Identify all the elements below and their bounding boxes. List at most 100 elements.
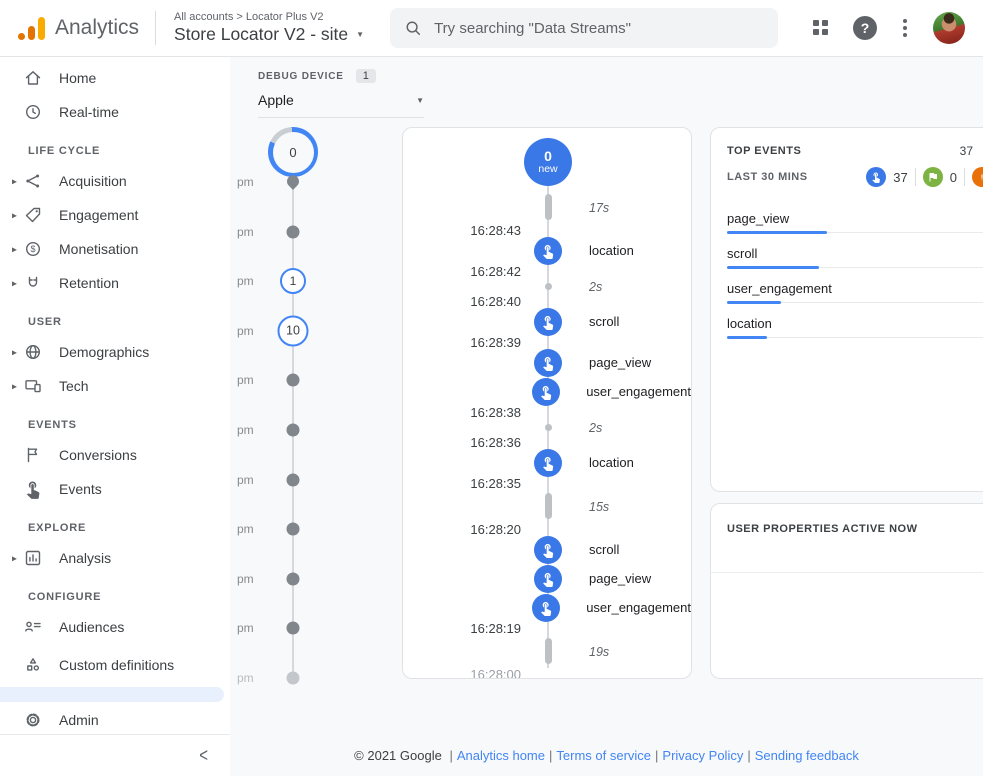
- footer-separator: |: [449, 748, 452, 763]
- event-touch-icon[interactable]: [534, 536, 562, 564]
- event-touch-icon[interactable]: [534, 449, 562, 477]
- chevron-down-icon: ▼: [416, 96, 424, 105]
- top-event-item[interactable]: page_view: [711, 211, 983, 233]
- stream-row-event[interactable]: location: [403, 448, 691, 477]
- minute-dot-marker[interactable]: [287, 622, 300, 635]
- sidebar-item-analysis[interactable]: ▶Analysis: [0, 541, 230, 575]
- stream-row-event[interactable]: user_engagement: [403, 593, 691, 622]
- event-touch-icon[interactable]: [534, 349, 562, 377]
- collapse-sidebar-icon[interactable]: <: [199, 744, 208, 766]
- minute-dot-marker[interactable]: [287, 225, 300, 238]
- sidebar-item-events[interactable]: Events: [0, 472, 230, 506]
- expand-arrow-icon[interactable]: ▶: [9, 245, 19, 252]
- top-event-name[interactable]: scroll: [711, 246, 983, 261]
- stream-new-circle[interactable]: 0 new: [524, 138, 572, 186]
- avatar[interactable]: [933, 12, 965, 44]
- stream-timestamp: 16:28:20: [403, 522, 521, 537]
- minute-dot-marker[interactable]: [287, 424, 300, 437]
- minute-count-circle[interactable]: 10: [278, 315, 309, 346]
- search-input[interactable]: Try searching "Data Streams": [390, 8, 778, 48]
- stream-marker-slot: [521, 308, 575, 336]
- minutes-current-circle[interactable]: 0: [268, 127, 318, 177]
- stream-row-event[interactable]: user_engagement: [403, 377, 691, 406]
- sidebar-item-label: Events: [59, 481, 102, 497]
- minute-row: pm: [230, 603, 360, 653]
- sidebar-item-demographics[interactable]: ▶Demographics: [0, 335, 230, 369]
- event-name[interactable]: scroll: [589, 314, 619, 329]
- counter-flag[interactable]: 0: [923, 167, 957, 187]
- top-event-name[interactable]: page_view: [711, 211, 983, 226]
- stream-row-event[interactable]: page_view: [403, 564, 691, 593]
- event-name[interactable]: scroll: [589, 542, 619, 557]
- user-properties-divider: [711, 572, 983, 573]
- minute-dot-marker[interactable]: [287, 523, 300, 536]
- expand-arrow-icon[interactable]: ▶: [9, 177, 19, 184]
- expand-arrow-icon[interactable]: ▶: [9, 554, 19, 561]
- event-name[interactable]: page_view: [589, 571, 651, 586]
- sidebar-item-label: Acquisition: [59, 173, 127, 189]
- help-icon[interactable]: ?: [853, 16, 877, 40]
- footer-link-terms-of-service[interactable]: Terms of service: [556, 748, 651, 763]
- sidebar-item-acquisition[interactable]: ▶ Acquisition: [0, 164, 230, 198]
- apps-grid-icon[interactable]: [813, 20, 829, 36]
- property-selector[interactable]: Store Locator V2 - site ▼: [174, 24, 364, 45]
- minute-dot-marker[interactable]: [287, 572, 300, 585]
- user-properties-card: USER PROPERTIES ACTIVE NOW: [710, 503, 983, 679]
- event-touch-icon[interactable]: [534, 237, 562, 265]
- sidebar-item-engagement[interactable]: ▶Engagement: [0, 198, 230, 232]
- footer-separator: |: [655, 748, 658, 763]
- analytics-logo[interactable]: Analytics: [18, 16, 139, 41]
- expand-arrow-icon[interactable]: ▶: [9, 211, 19, 218]
- footer-link-sending-feedback[interactable]: Sending feedback: [755, 748, 859, 763]
- stream-row-dot: 2s: [403, 418, 691, 436]
- counter-touch[interactable]: 37: [866, 167, 907, 187]
- sidebar-item-label: Admin: [59, 712, 99, 728]
- event-name[interactable]: page_view: [589, 355, 651, 370]
- stream-row-event[interactable]: page_view: [403, 348, 691, 377]
- minute-row: pm: [230, 355, 360, 405]
- sidebar-item-admin[interactable]: Admin: [0, 703, 230, 737]
- sidebar-item-selected-highlight[interactable]: [0, 687, 224, 702]
- top-event-item[interactable]: scroll: [711, 246, 983, 268]
- sidebar-item-retention[interactable]: ▶ Retention: [0, 266, 230, 300]
- event-name[interactable]: location: [589, 243, 634, 258]
- expand-arrow-icon[interactable]: ▶: [9, 382, 19, 389]
- counter-error[interactable]: [972, 167, 983, 187]
- sidebar-item-real-time[interactable]: Real-time: [0, 95, 230, 129]
- sidebar-item-custom-definitions[interactable]: Custom definitions: [0, 644, 230, 686]
- event-touch-icon[interactable]: [532, 378, 560, 406]
- sidebar-item-home[interactable]: Home: [0, 61, 230, 95]
- event-touch-icon[interactable]: [534, 565, 562, 593]
- sidebar-item-audiences[interactable]: Audiences: [0, 610, 230, 644]
- stream-row-event[interactable]: scroll: [403, 535, 691, 564]
- expand-arrow-icon[interactable]: ▶: [9, 348, 19, 355]
- top-event-item[interactable]: user_engagement: [711, 281, 983, 303]
- event-name[interactable]: user_engagement: [586, 600, 691, 615]
- minute-dot-marker[interactable]: [287, 374, 300, 387]
- expand-arrow-icon[interactable]: ▶: [9, 279, 19, 286]
- footer-link-privacy-policy[interactable]: Privacy Policy: [662, 748, 743, 763]
- svg-text:$: $: [30, 244, 35, 254]
- event-touch-icon[interactable]: [534, 308, 562, 336]
- sidebar-item-tech[interactable]: ▶Tech: [0, 369, 230, 403]
- top-event-name[interactable]: location: [711, 316, 983, 331]
- home-icon: [23, 68, 43, 88]
- minute-count-value: 1: [290, 274, 297, 288]
- sidebar-item-monetisation[interactable]: ▶$Monetisation: [0, 232, 230, 266]
- breadcrumb[interactable]: All accounts > Locator Plus V2: [174, 11, 364, 23]
- event-name[interactable]: location: [589, 455, 634, 470]
- event-name[interactable]: user_engagement: [586, 384, 691, 399]
- sidebar-item-conversions[interactable]: Conversions: [0, 438, 230, 472]
- minute-dot-marker[interactable]: [287, 672, 300, 685]
- footer-link-analytics-home[interactable]: Analytics home: [457, 748, 545, 763]
- analysis-icon: [23, 548, 43, 568]
- minute-count-circle[interactable]: 1: [280, 268, 306, 294]
- stream-row-event[interactable]: location: [403, 236, 691, 265]
- more-menu-icon[interactable]: [901, 17, 909, 39]
- top-event-item[interactable]: location: [711, 316, 983, 338]
- minute-dot-marker[interactable]: [287, 473, 300, 486]
- event-touch-icon[interactable]: [532, 594, 560, 622]
- top-event-name[interactable]: user_engagement: [711, 281, 983, 296]
- sidebar-item-label: Retention: [59, 275, 119, 291]
- stream-row-event[interactable]: scroll: [403, 307, 691, 336]
